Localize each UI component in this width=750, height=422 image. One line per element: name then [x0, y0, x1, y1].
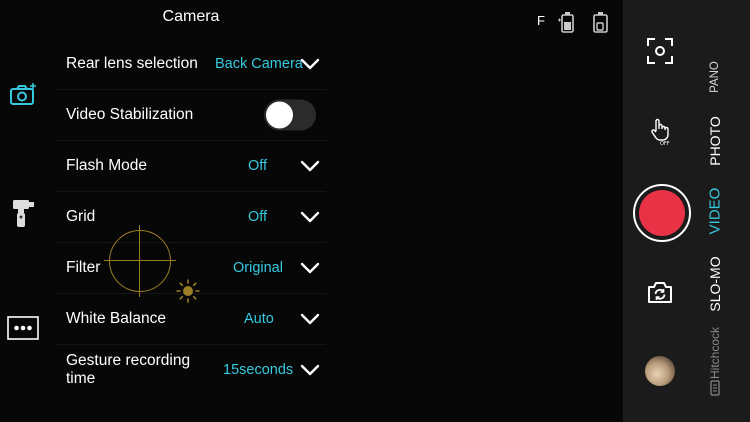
- record-button[interactable]: [633, 184, 691, 242]
- record-dot: [639, 190, 685, 236]
- setting-value[interactable]: Off: [248, 158, 267, 174]
- phone-battery-icon: [593, 12, 608, 33]
- mode-selector[interactable]: PANO PHOTO VIDEO SLO-MO Hitchcock: [699, 0, 731, 422]
- focus-frame-icon: [647, 38, 673, 64]
- chevron-down-icon[interactable]: [300, 58, 320, 70]
- hitchcock-icon: [710, 380, 720, 396]
- setting-label: Video Stabilization: [66, 106, 194, 123]
- gimbal-icon: [13, 200, 34, 227]
- chevron-down-icon[interactable]: [300, 364, 320, 376]
- gimbal-button[interactable]: [6, 196, 40, 230]
- chevron-down-icon[interactable]: [300, 262, 320, 274]
- setting-label: Gesture recording time: [66, 352, 191, 387]
- mode-pano[interactable]: PANO: [709, 61, 721, 93]
- exposure-sun-icon[interactable]: [176, 279, 200, 303]
- more-button[interactable]: [6, 313, 40, 343]
- setting-value[interactable]: Back Camera: [215, 56, 303, 72]
- setting-value[interactable]: Original: [233, 260, 283, 276]
- toggle-knob: [266, 101, 293, 129]
- capture-control-panel: OFF PANO PHOTO VIDEO SLO-MO Hitchcock: [623, 0, 750, 422]
- setting-label: Rear lens selection: [66, 55, 198, 72]
- chevron-down-icon[interactable]: [300, 160, 320, 172]
- setting-value[interactable]: Auto: [244, 311, 274, 327]
- gallery-thumbnail[interactable]: [645, 356, 675, 386]
- setting-label: Flash Mode: [66, 157, 147, 174]
- focus-reticle[interactable]: [104, 225, 176, 297]
- camera-add-button[interactable]: [6, 80, 40, 110]
- mode-hitchcock[interactable]: Hitchcock: [708, 327, 722, 379]
- focus-mode-button[interactable]: [645, 36, 675, 66]
- gesture-control-button[interactable]: OFF: [647, 117, 675, 145]
- settings-title: Camera: [162, 8, 220, 25]
- setting-value[interactable]: 15seconds: [223, 362, 293, 378]
- svg-text:OFF: OFF: [660, 141, 670, 145]
- chevron-down-icon[interactable]: [300, 313, 320, 325]
- setting-flash-mode[interactable]: Flash Mode Off: [56, 141, 326, 192]
- camera-settings-panel: Camera Rear lens selection Back Camera V…: [56, 0, 326, 422]
- setting-label: Filter: [66, 259, 101, 276]
- stabilization-toggle[interactable]: [264, 99, 316, 131]
- chevron-down-icon[interactable]: [300, 211, 320, 223]
- switch-camera-icon: [648, 282, 672, 303]
- camera-battery-icon: [558, 12, 574, 33]
- camera-add-icon: [10, 83, 36, 105]
- setting-label: White Balance: [66, 310, 166, 327]
- setting-rear-lens[interactable]: Rear lens selection Back Camera: [56, 39, 326, 90]
- setting-grid[interactable]: Grid Off: [56, 192, 326, 243]
- more-icon: [7, 316, 39, 340]
- mode-slo-mo[interactable]: SLO-MO: [707, 256, 723, 311]
- setting-video-stabilization[interactable]: Video Stabilization: [56, 90, 326, 141]
- hand-gesture-off-icon: OFF: [651, 118, 670, 145]
- switch-camera-button[interactable]: [645, 278, 675, 306]
- mode-video[interactable]: VIDEO: [707, 188, 724, 235]
- setting-label: Grid: [66, 208, 96, 225]
- mode-photo[interactable]: PHOTO: [707, 116, 723, 166]
- setting-gesture-recording-time[interactable]: Gesture recording time 15seconds: [56, 345, 326, 395]
- setting-value[interactable]: Off: [248, 209, 267, 225]
- flash-status: F: [537, 13, 545, 28]
